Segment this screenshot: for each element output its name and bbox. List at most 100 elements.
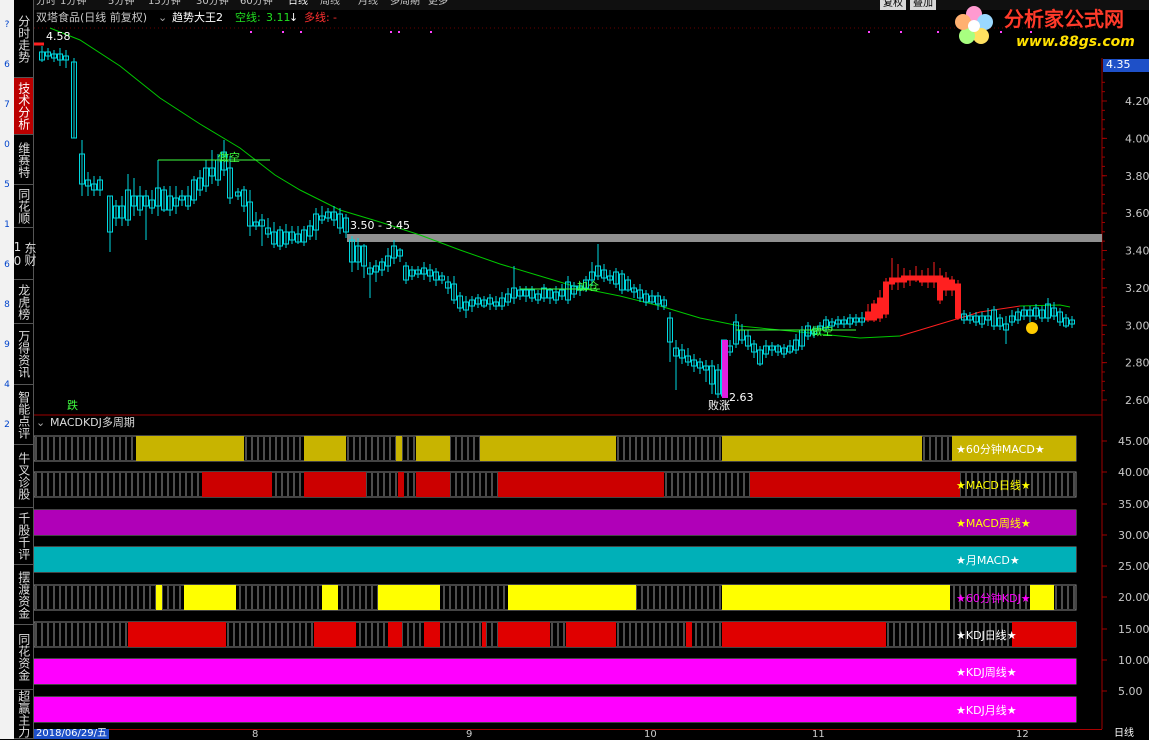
row-seg-1-5 (750, 472, 960, 497)
candle-body-138 (877, 297, 883, 319)
magenta-signal-bar (722, 340, 728, 398)
signal-add: 加仓 (577, 280, 599, 293)
period-tab-1[interactable]: 1分钟 (60, 0, 86, 7)
sidebar-tab-9[interactable]: 千股千评 (14, 508, 33, 565)
row-seg-1-1 (304, 472, 366, 497)
sidebar-tab-0[interactable]: 分时走势 (14, 0, 33, 78)
row-seg-0-1 (304, 436, 346, 461)
indicator-name[interactable]: 趋势大王2 (172, 12, 223, 24)
lower-tick-8: 5.00 (1118, 685, 1143, 698)
sidebar-icon-8[interactable]: 9 (2, 340, 12, 350)
row-seg-0-2 (396, 436, 402, 461)
chevron-down-icon[interactable]: ⌄ (36, 417, 45, 429)
period-tab-0[interactable]: 分时 (36, 0, 56, 7)
date-month-4: 12 (1016, 729, 1029, 740)
sidebar-icon-1[interactable]: 6 (2, 60, 12, 70)
sidebar-tab-11[interactable]: 同花资金 (14, 625, 33, 690)
lower-panel-title[interactable]: MACDKDJ多周期 (50, 417, 135, 429)
candle-body-147 (931, 275, 937, 283)
candle-body-140 (889, 277, 895, 285)
row-seg-7-0 (34, 697, 1076, 722)
row-seg-1-0 (202, 472, 272, 497)
period-tab-8[interactable]: 月线 (358, 0, 378, 7)
moving-average-line (49, 27, 901, 339)
period-tab-6[interactable]: 日线 (288, 0, 308, 7)
period-tab-7[interactable]: 周线 (320, 0, 340, 7)
row-seg-1-2 (398, 472, 404, 497)
sidebar-icon-2[interactable]: 7 (2, 100, 12, 110)
sidebar-icon-7[interactable]: 8 (2, 300, 12, 310)
site-logo: 分析家公式网 www.88gs.com (946, 0, 1146, 60)
signal-dot-3 (390, 31, 392, 33)
candle-body-142 (901, 275, 907, 283)
toolbar-button-0[interactable]: 复权 (880, 0, 906, 10)
period-tab-4[interactable]: 30分钟 (196, 0, 229, 7)
period-label: 日线 (1114, 728, 1134, 739)
sidebar-icon-strip: ? 6 7 0 5 1 6 8 9 4 2 (0, 0, 14, 739)
candle-body-150 (949, 279, 955, 291)
sidebar-tab-1[interactable]: 技术分析 (14, 78, 33, 135)
sidebar-tab-2[interactable]: 维赛特 (14, 135, 33, 185)
row-seg-1-4 (498, 472, 664, 497)
signal-dot-8 (937, 31, 939, 33)
sell-mark: 败涨 (708, 399, 730, 412)
candle-body-145 (919, 275, 925, 283)
money-bag-icon (1026, 322, 1038, 334)
chevron-down-icon[interactable]: ⌄ (158, 12, 167, 24)
sidebar-tab-12[interactable]: 超赢主力 (14, 690, 33, 739)
sidebar-icon-0[interactable]: ? (2, 20, 12, 30)
sidebar-tab-5[interactable]: 龙虎榜 (14, 280, 33, 324)
candle-body-141 (895, 277, 901, 283)
date-month-0: 8 (252, 729, 259, 740)
sidebar-tab-6[interactable]: 万得资讯 (14, 324, 33, 385)
row-seg-5-0 (128, 622, 226, 647)
sidebar-icon-3[interactable]: 0 (2, 140, 12, 150)
period-tab-3[interactable]: 15分钟 (148, 0, 181, 7)
period-tab-2[interactable]: 5分钟 (108, 0, 134, 7)
row-seg-4-0 (156, 585, 162, 610)
date-month-3: 11 (812, 729, 825, 740)
row-seg-5-1 (314, 622, 356, 647)
row-label-3: ★月MACD★ (956, 554, 1020, 567)
price-tick-2: 3.80 (1125, 170, 1149, 183)
row-seg-0-0 (136, 436, 244, 461)
row-seg-0-3 (416, 436, 450, 461)
row-seg-5-4 (482, 622, 486, 647)
sidebar-icon-10[interactable]: 2 (2, 420, 12, 430)
sidebar-tab-7[interactable]: 智能点评 (14, 385, 33, 445)
toolbar-button-1[interactable]: 叠加 (910, 0, 936, 10)
period-tab-9[interactable]: 多周期 (390, 0, 420, 7)
candle-body-146 (925, 275, 931, 283)
period-tab-10[interactable]: 更多 (428, 0, 448, 7)
signal-dot-7 (900, 31, 902, 33)
row-label-6: ★KDJ周线★ (956, 665, 1017, 679)
sidebar-tab-3[interactable]: 同花顺 (14, 185, 33, 228)
logo-url: www.88gs.com (1016, 34, 1135, 50)
sidebar-tab-4[interactable]: 东财10 (11, 228, 37, 280)
signal-short-1: 做空 (218, 151, 240, 164)
high-price-label: 4.58 (46, 30, 71, 43)
empty-line-value: 3.11 (266, 11, 291, 24)
signal-dot-0 (250, 31, 252, 33)
row-seg-1-3 (416, 472, 450, 497)
period-tab-5[interactable]: 60分钟 (240, 0, 273, 7)
row-seg-2-0 (34, 510, 1076, 535)
candle-body-143 (907, 275, 913, 281)
row-seg-5-5 (498, 622, 550, 647)
price-tick-5: 3.20 (1125, 282, 1149, 295)
signal-short-2: 做空 (811, 325, 833, 338)
lower-tick-6: 15.00 (1118, 623, 1149, 636)
sidebar-tab-8[interactable]: 牛叉诊股 (14, 445, 33, 508)
sidebar-tab-10[interactable]: 摆渡资金 (14, 565, 33, 625)
gray-band-label: 3.50 - 3.45 (350, 219, 410, 232)
signal-dot-1 (282, 31, 284, 33)
row-label-1: ★MACD日线★ (956, 478, 1031, 492)
sidebar-icon-9[interactable]: 4 (2, 380, 12, 390)
sidebar-icon-4[interactable]: 5 (2, 180, 12, 190)
row-seg-4-3 (378, 585, 440, 610)
lower-tick-5: 20.00 (1118, 591, 1149, 604)
candle-body-148 (937, 275, 943, 301)
price-tick-8: 2.60 (1125, 394, 1149, 407)
row-seg-3-0 (34, 547, 1076, 572)
row-seg-4-5 (722, 585, 950, 610)
